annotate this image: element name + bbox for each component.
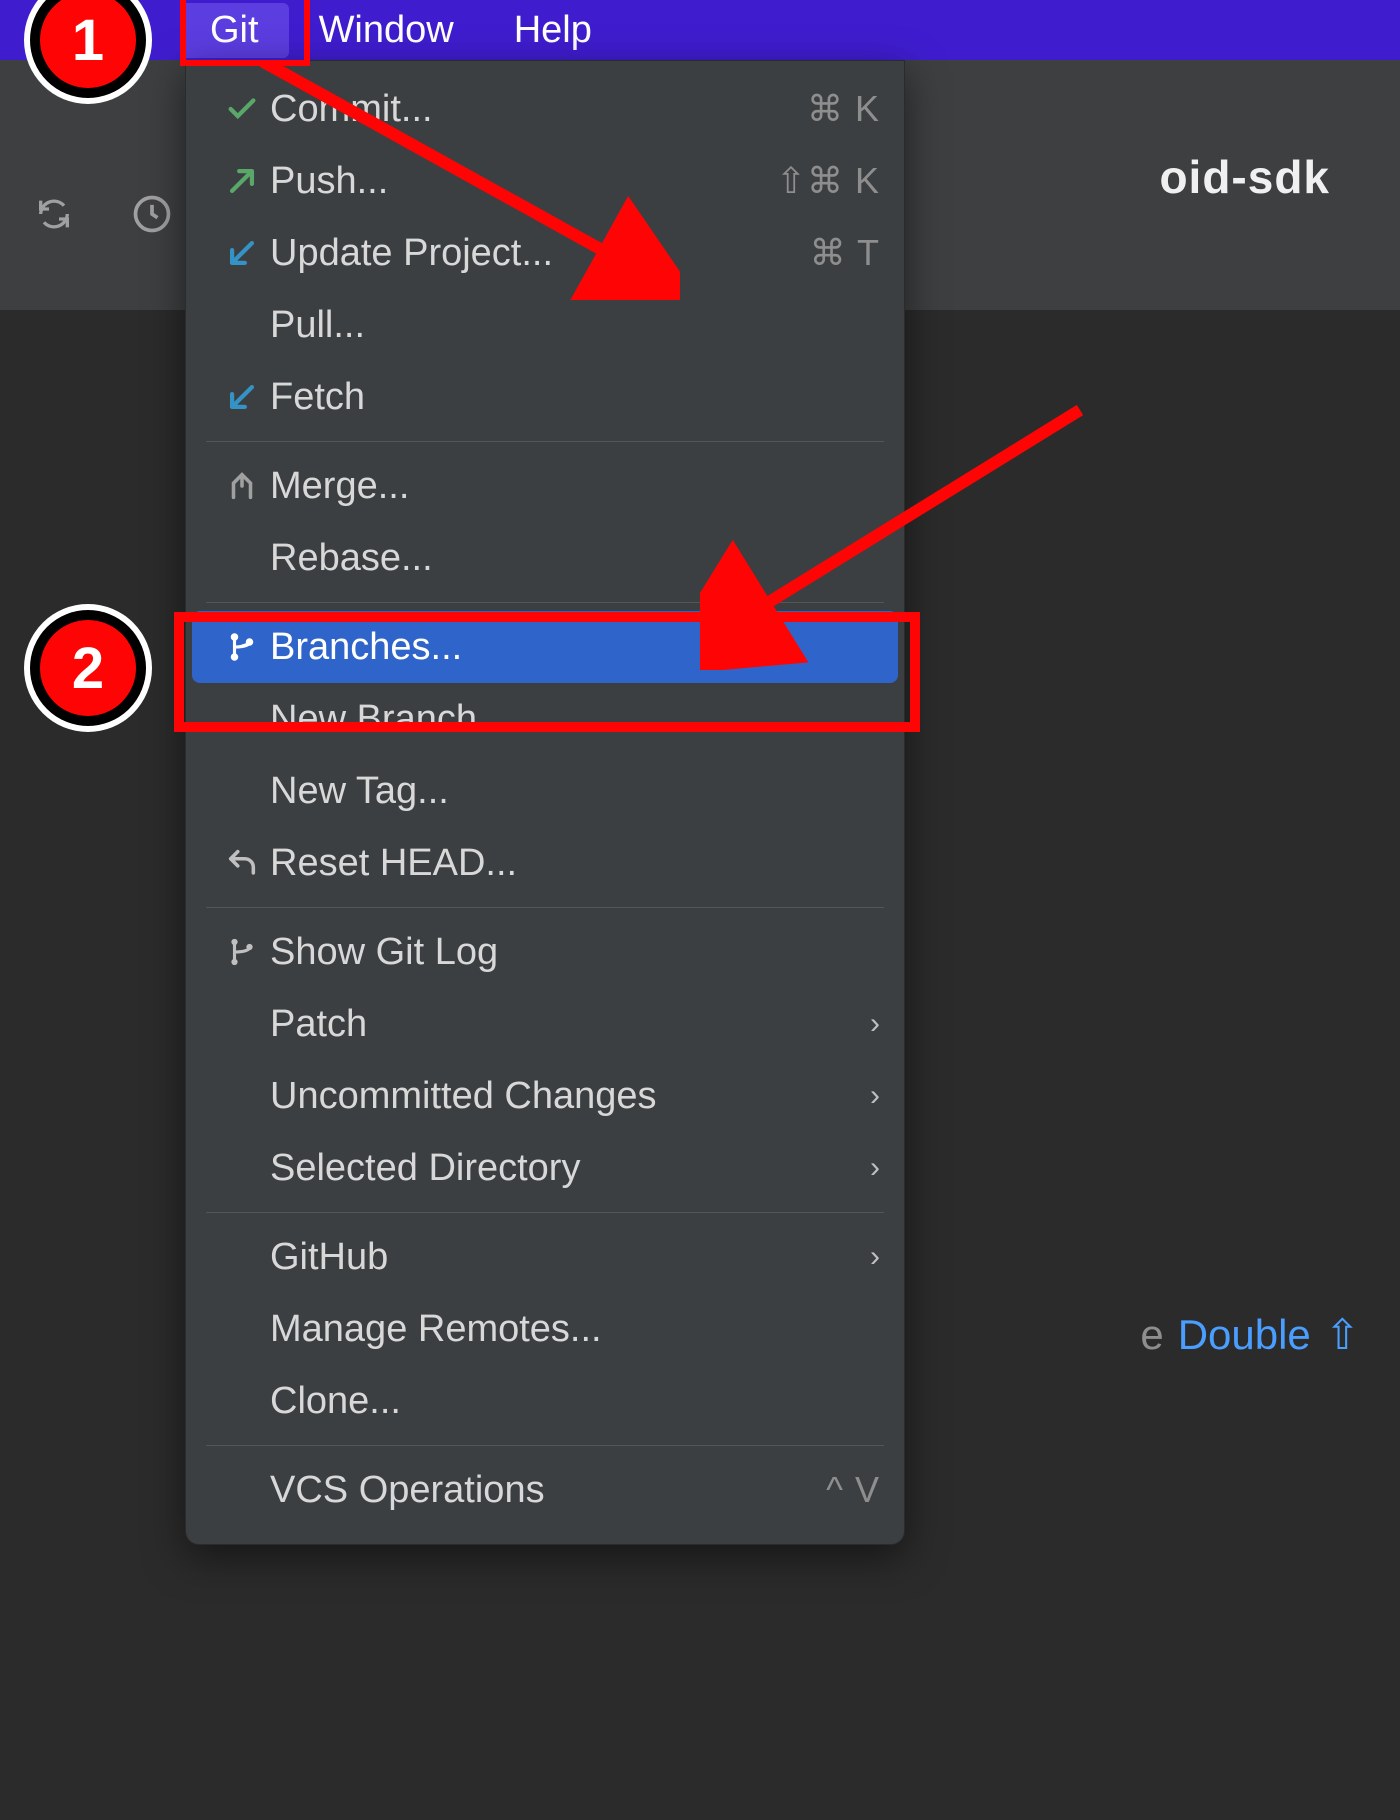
branch-icon [214,630,270,664]
fetch-icon [214,380,270,414]
menu-item-label: Reset HEAD... [270,842,880,885]
project-name: oid-sdk [1159,150,1330,204]
menu-item-shortcut: ⌘ K [807,88,880,130]
menu-item-patch[interactable]: Patch › [192,988,898,1060]
chevron-right-icon: › [870,1240,880,1274]
menu-help[interactable]: Help [484,3,622,58]
chevron-right-icon: › [870,1007,880,1041]
menu-item-label: New Branch... [270,698,880,741]
menu-item-push[interactable]: Push...⇧⌘ K [192,145,898,217]
chevron-right-icon: › [870,1079,880,1113]
menu-item-label: VCS Operations [270,1469,826,1512]
menu-item-commit[interactable]: Commit...⌘ K [192,73,898,145]
menu-item-label: Fetch [270,376,880,419]
menu-item-new-branch[interactable]: New Branch... [192,683,898,755]
menu-item-fetch[interactable]: Fetch [192,361,898,433]
menu-item-label: Manage Remotes... [270,1308,880,1351]
menu-item-label: GitHub [270,1236,852,1279]
menu-item-label: Pull... [270,304,880,347]
check-icon [214,92,270,126]
clock-icon[interactable] [128,190,176,238]
branch-icon [214,935,270,969]
menu-item-shortcut: ⇧⌘ K [776,160,880,202]
search-everywhere-hint: e Double ⇧ [1140,1310,1360,1359]
refresh-icon[interactable] [30,190,78,238]
menu-item-selected-directory[interactable]: Selected Directory › [192,1132,898,1204]
hint-prefix: e [1140,1311,1163,1359]
menu-item-merge[interactable]: Merge... [192,450,898,522]
menu-item-branches[interactable]: Branches... [192,611,898,683]
update-icon [214,236,270,270]
ide-menubar: Git Window Help [0,0,1400,60]
menu-item-show-git-log[interactable]: Show Git Log [192,916,898,988]
menu-item-label: Rebase... [270,537,880,580]
annotation-step-2-number: 2 [72,635,104,702]
menu-window[interactable]: Window [289,3,484,58]
menu-git[interactable]: Git [180,3,289,58]
menu-separator [206,602,884,603]
menu-separator [206,1445,884,1446]
annotation-step-1-number: 1 [72,7,104,74]
menu-item-shortcut: ^ V [826,1469,880,1511]
menu-item-update-project[interactable]: Update Project...⌘ T [192,217,898,289]
menu-item-vcs-operations[interactable]: VCS Operations^ V [192,1454,898,1526]
menu-item-label: Merge... [270,465,880,508]
git-menu-dropdown: Commit...⌘ KPush...⇧⌘ KUpdate Project...… [185,60,905,1545]
menu-item-label: Clone... [270,1380,880,1423]
menu-item-label: Show Git Log [270,931,880,974]
push-icon [214,164,270,198]
menu-separator [206,441,884,442]
menu-item-label: Patch [270,1003,852,1046]
hint-action[interactable]: Double [1178,1311,1311,1359]
menu-separator [206,1212,884,1213]
menu-item-new-tag[interactable]: New Tag... [192,755,898,827]
menu-item-label: Branches... [270,626,880,669]
undo-icon [214,846,270,880]
chevron-right-icon: › [870,1151,880,1185]
menu-item-label: Push... [270,160,776,203]
shift-icon: ⇧ [1325,1310,1360,1359]
menu-item-clone[interactable]: Clone... [192,1365,898,1437]
menu-item-rebase[interactable]: Rebase... [192,522,898,594]
menu-item-label: New Tag... [270,770,880,813]
menu-item-pull[interactable]: Pull... [192,289,898,361]
menu-item-label: Uncommitted Changes [270,1075,852,1118]
menu-item-label: Update Project... [270,232,810,275]
annotation-step-2: 2 [30,610,146,726]
menu-item-uncommitted-changes[interactable]: Uncommitted Changes › [192,1060,898,1132]
menu-item-shortcut: ⌘ T [810,232,880,274]
menu-item-reset-head[interactable]: Reset HEAD... [192,827,898,899]
menu-item-manage-remotes[interactable]: Manage Remotes... [192,1293,898,1365]
menu-separator [206,907,884,908]
menu-item-github[interactable]: GitHub › [192,1221,898,1293]
merge-icon [214,469,270,503]
menu-item-label: Commit... [270,88,807,131]
menu-item-label: Selected Directory [270,1147,852,1190]
